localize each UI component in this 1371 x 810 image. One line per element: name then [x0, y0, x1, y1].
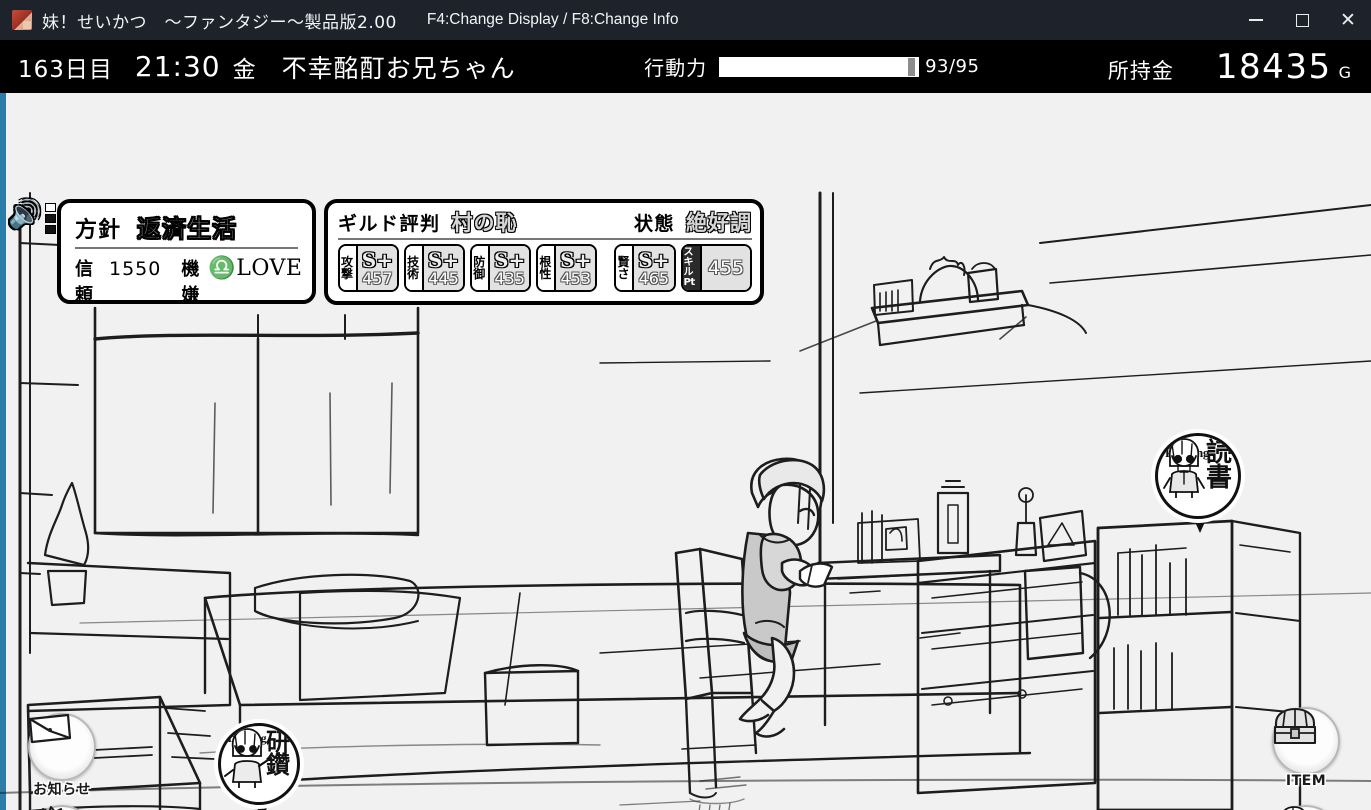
volume-level-bars: [44, 203, 56, 234]
day-counter: 163日目: [18, 56, 113, 83]
trust-label: 信頼: [75, 259, 93, 306]
maximize-icon: [1295, 13, 1309, 27]
money-value: 18435: [1215, 46, 1332, 87]
stat-rank: S+: [361, 248, 393, 272]
close-icon: ✕: [1340, 9, 1356, 31]
app-icon: [12, 10, 32, 30]
stat-card-list: 攻撃 S+ 457 技術 S+ 445 防御 S+ 435 根性 S+ 453 …: [338, 244, 753, 292]
action-points-group: 行動力 93/95: [516, 52, 1108, 81]
icon-disc: [28, 805, 96, 810]
mood-label: 機嫌: [181, 259, 200, 306]
action-balloon-reading[interactable]: Reading 読書: [1155, 433, 1245, 533]
stat-body: S+ 465: [632, 246, 674, 290]
clock: 21:30: [134, 50, 221, 83]
money-unit: G: [1338, 62, 1351, 82]
condition-value: 絶好調: [686, 211, 752, 235]
close-button[interactable]: ✕: [1325, 0, 1371, 40]
money-label: 所持金: [1107, 58, 1174, 83]
stat-value: 453: [560, 269, 591, 288]
stat-name: スキルPt: [682, 246, 700, 290]
window-hotkey-hint: F4:Change Display / F8:Change Info: [426, 11, 679, 28]
policy-row: 方針 返済生活: [75, 209, 298, 249]
icon-disc: [1272, 805, 1340, 810]
gear-icon: [41, 806, 63, 810]
treasure-chest-icon: [1273, 707, 1317, 745]
stat-name: 防御: [472, 246, 488, 290]
weekday: 金: [232, 56, 256, 83]
stat-body: S+ 435: [487, 246, 530, 290]
guild-header: ギルド評判 村の恥 状態 絶好調: [338, 207, 752, 240]
stat-card-defense: 防御 S+ 435: [470, 244, 532, 292]
reputation-value: 村の恥: [451, 211, 518, 235]
icon-disc: [28, 713, 96, 781]
stat-card-attack: 攻撃 S+ 457: [338, 244, 400, 292]
stat-card-wisdom: 賢さ S+ 465: [614, 244, 676, 292]
reputation-label: ギルド評判: [338, 213, 441, 235]
character-title: 不幸酩酊お兄ちゃん: [281, 53, 516, 83]
policy-label: 方針: [75, 218, 122, 243]
game-window: 妹！せいかつ ～ファンタジー～製品版2.00 F4:Change Display…: [0, 0, 1371, 810]
trust-value: 1550: [109, 258, 162, 280]
chibi-character-icon: [1163, 438, 1205, 498]
window-title: 妹！せいかつ ～ファンタジー～製品版2.00: [42, 12, 397, 33]
condition-label: 状態: [633, 213, 675, 235]
menu-button-news[interactable]: お知らせ: [28, 713, 96, 798]
stat-name: 攻撃: [340, 246, 356, 290]
stat-name: 根性: [538, 246, 555, 290]
minimize-icon: [1249, 19, 1263, 21]
stat-rank: S+: [638, 248, 670, 272]
action-points-label: 行動力: [644, 56, 708, 80]
action-points-fill: [720, 57, 914, 76]
action-points-value: 93/95: [925, 56, 980, 77]
policy-value: 返済生活: [137, 215, 238, 244]
menu-button-status[interactable]: STATUS: [1272, 805, 1340, 810]
character-icon: [1283, 806, 1305, 810]
stat-value: 435: [494, 269, 525, 288]
menu-label-news: お知らせ: [33, 782, 91, 798]
stat-value: 445: [428, 269, 459, 288]
minimize-button[interactable]: [1233, 0, 1279, 40]
stat-body: S+ 445: [421, 246, 464, 290]
trust-mood-row: 信頼 1550 機嫌 ♎LOVE: [75, 249, 302, 307]
money-group: 所持金 18435 G: [1108, 47, 1351, 87]
stat-rank: S+: [560, 248, 592, 272]
stat-body: 455: [699, 246, 751, 290]
speaker-icon: 🔊: [8, 199, 42, 229]
stat-value: 455: [707, 256, 745, 279]
stat-value: 465: [638, 269, 670, 288]
menu-button-item[interactable]: ITEM: [1272, 707, 1340, 789]
action-points-knob: [908, 57, 916, 76]
stat-name: 賢さ: [616, 246, 633, 290]
volume-bar-1: [44, 225, 56, 234]
menu-button-save[interactable]: SAVE: [28, 805, 96, 810]
stat-rank: S+: [427, 248, 460, 272]
stat-name: 技術: [406, 246, 422, 290]
maximize-button[interactable]: [1279, 0, 1325, 40]
stat-body: S+ 453: [554, 246, 596, 290]
volume-indicator[interactable]: 🔊: [8, 201, 56, 234]
guild-panel: ギルド評判 村の恥 状態 絶好調 攻撃 S+ 457 技術 S+ 445 防御 …: [324, 199, 764, 305]
policy-panel: 方針 返済生活 信頼 1550 機嫌 ♎LOVE: [57, 199, 316, 307]
chibi-character-icon: [224, 728, 273, 788]
game-status-bar: 163日目 21:30 金 不幸酩酊お兄ちゃん 行動力 93/95 所持金 18…: [0, 40, 1371, 93]
balloon-bubble: Reading 読書: [1155, 433, 1241, 519]
stat-card-guts: 根性 S+ 453: [536, 244, 598, 292]
icon-disc: [1272, 707, 1340, 775]
balloon-bubble: Training 研鑽: [218, 723, 300, 805]
volume-bar-3: [44, 203, 56, 212]
action-points-gauge: [719, 56, 920, 77]
window-titlebar: 妹！せいかつ ～ファンタジー～製品版2.00 F4:Change Display…: [0, 0, 1371, 40]
menu-label-item: ITEM: [1285, 773, 1327, 789]
mood-value: ♎LOVE: [208, 256, 303, 281]
stat-rank: S+: [494, 248, 526, 272]
envelope-icon: [28, 713, 72, 744]
stat-body: S+ 457: [355, 246, 398, 290]
stat-value: 457: [362, 269, 393, 288]
volume-bar-2: [44, 214, 56, 223]
game-scene[interactable]: 🔊 Reading 読書: [0, 93, 1371, 810]
stat-card-skill-points: スキルPt 455: [680, 244, 753, 292]
stat-card-technique: 技術 S+ 445: [404, 244, 466, 292]
action-balloon-training[interactable]: Training 研鑽: [218, 723, 306, 810]
